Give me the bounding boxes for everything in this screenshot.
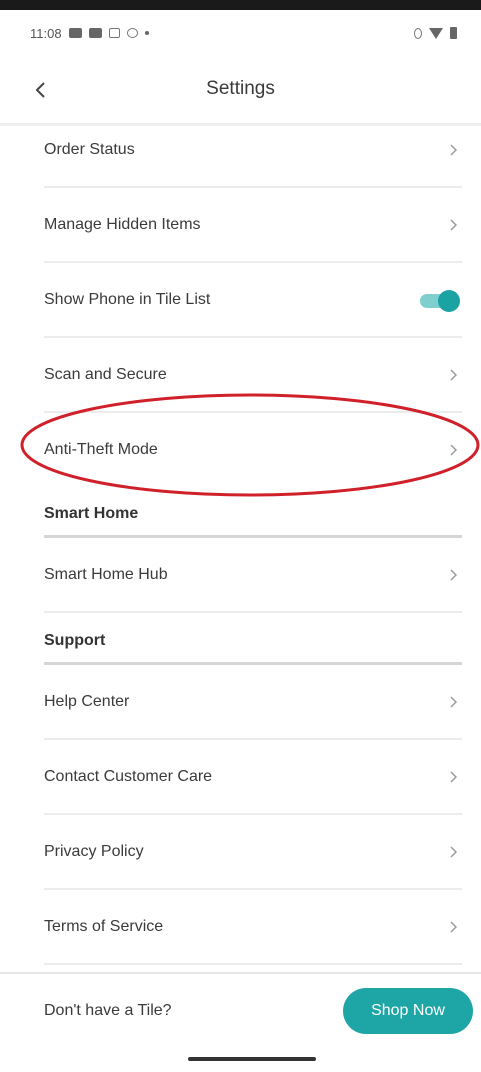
settings-row-privacy-policy[interactable]: Privacy Policy	[44, 815, 462, 890]
row-label: Contact Customer Care	[44, 767, 213, 785]
settings-row-anti-theft-mode[interactable]: Anti-Theft Mode	[44, 413, 462, 486]
battery-icon	[450, 27, 457, 39]
section-heading-smart-home: Smart Home	[44, 486, 462, 538]
home-indicator[interactable]	[188, 1057, 316, 1061]
notification-icon	[68, 28, 82, 38]
chevron-right-icon	[446, 695, 460, 709]
settings-row-contact-customer-care[interactable]: Contact Customer Care	[44, 740, 462, 815]
chevron-right-icon	[446, 845, 460, 859]
wifi-icon	[429, 27, 443, 39]
shield-icon	[126, 28, 138, 38]
settings-row-order-status[interactable]: Order Status	[44, 113, 462, 188]
settings-row-terms-of-service[interactable]: Terms of Service	[44, 890, 462, 965]
phone-screen: 11:08 Settings Order Status Manage Hidde…	[0, 0, 481, 1072]
row-label: Help Center	[44, 692, 130, 710]
status-time: 11:08	[30, 25, 62, 41]
status-right	[414, 27, 457, 39]
chevron-right-icon	[446, 568, 460, 582]
notification-icon	[88, 28, 102, 38]
row-label: Privacy Policy	[44, 842, 144, 860]
no-tile-prompt: Don't have a Tile?	[44, 1002, 172, 1019]
page-title: Settings	[206, 78, 275, 99]
row-label: Terms of Service	[44, 917, 164, 935]
row-label: Manage Hidden Items	[44, 215, 201, 233]
chevron-right-icon	[446, 218, 460, 232]
settings-row-smart-home-hub[interactable]: Smart Home Hub	[44, 538, 462, 613]
chevron-right-icon	[446, 143, 460, 157]
row-label: Smart Home Hub	[44, 565, 168, 583]
chevron-right-icon	[446, 920, 460, 934]
shop-now-button[interactable]: Shop Now	[343, 988, 473, 1034]
section-heading-support: Support	[44, 613, 462, 665]
show-phone-toggle[interactable]	[418, 289, 460, 312]
row-label: Anti-Theft Mode	[44, 440, 158, 458]
row-label: Order Status	[44, 140, 135, 158]
bottom-banner: Don't have a Tile? Shop Now	[0, 972, 481, 1050]
status-bar: 11:08	[0, 10, 481, 56]
mail-icon	[108, 28, 120, 38]
row-label: Scan and Secure	[44, 365, 167, 383]
toggle-knob	[438, 289, 460, 312]
chevron-right-icon	[446, 770, 460, 784]
settings-row-help-center[interactable]: Help Center	[44, 665, 462, 740]
chevron-right-icon	[446, 368, 460, 382]
settings-row-manage-hidden-items[interactable]: Manage Hidden Items	[44, 188, 462, 263]
row-label: Show Phone in Tile List	[44, 290, 211, 308]
settings-row-show-phone: Show Phone in Tile List	[44, 263, 462, 338]
status-left: 11:08	[30, 26, 149, 41]
chevron-right-icon	[446, 443, 460, 457]
top-edge	[0, 0, 481, 10]
more-dot-icon	[144, 31, 149, 35]
location-icon	[414, 27, 422, 39]
settings-row-scan-and-secure[interactable]: Scan and Secure	[44, 338, 462, 413]
settings-list: Order Status Manage Hidden Items Show Ph…	[44, 113, 462, 965]
